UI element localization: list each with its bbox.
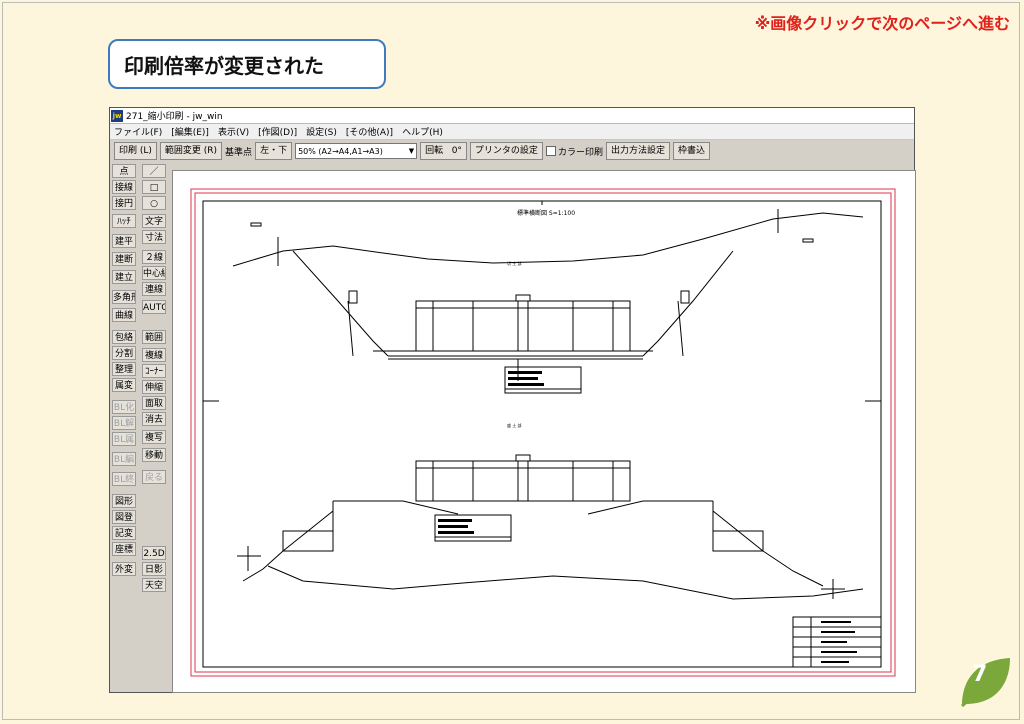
tool-button[interactable]: 座標	[112, 542, 136, 556]
range-change-button[interactable]: 範囲変更 (R)	[159, 142, 223, 160]
frame-write-button[interactable]: 枠書込	[672, 142, 710, 160]
tool-button[interactable]: 接線	[112, 180, 136, 194]
tool-button[interactable]: 日影	[142, 562, 166, 576]
base-point-button[interactable]: 左・下	[255, 142, 293, 160]
output-method-button[interactable]: 出力方法設定	[605, 142, 670, 160]
tool-button[interactable]: 複線	[142, 348, 166, 362]
tool-palette: 点接線接円 ﾊｯﾁ 建平建断建立多角形曲線包絡分割整理属変 BL化 BL解 BL属 BL編 B…	[110, 164, 170, 692]
menu-other[interactable]: [その他(A)]	[346, 125, 393, 138]
menu-draw[interactable]: [作図(D)]	[258, 125, 297, 138]
tool-button[interactable]: ﾊｯﾁ	[112, 214, 136, 228]
print-frame-inner	[194, 192, 892, 673]
tool-button[interactable]: 図形	[112, 494, 136, 508]
tool-button[interactable]: 図登	[112, 510, 136, 524]
color-print-checkbox[interactable]: カラー印刷	[545, 145, 603, 158]
tool-button[interactable]: 分割	[112, 346, 136, 360]
scale-select[interactable]: 50% (A2→A4,A1→A3) ▼	[295, 143, 418, 159]
status-message: 印刷倍率が変更された	[124, 53, 324, 78]
color-print-label: カラー印刷	[557, 147, 603, 158]
tool-button[interactable]: 寸法	[142, 230, 166, 244]
menu-bar: ファイル(F) [編集(E)] 表示(V) [作図(D)] 設定(S) [その他…	[110, 124, 914, 140]
tool-button[interactable]: 点	[112, 164, 136, 178]
tool-button[interactable]: 天空	[142, 578, 166, 592]
printer-settings-button[interactable]: プリンタの設定	[469, 142, 543, 160]
print-toolbar: 印刷 (L) 範囲変更 (R) 基準点 左・下 50% (A2→A4,A1→A3…	[110, 140, 914, 162]
rotate-button[interactable]: 回転 0°	[420, 142, 467, 160]
tool-button[interactable]: BL終	[112, 472, 136, 486]
cad-drawing: 標準横断図 S=1:100 切 土 部 盛 土 部	[190, 188, 896, 677]
jw-window: jw 271_縮小印刷 - jw_win ファイル(F) [編集(E)] 表示(…	[109, 107, 916, 693]
tool-button[interactable]: 外変	[112, 562, 136, 576]
menu-settings[interactable]: 設定(S)	[306, 125, 337, 138]
scale-value: 50% (A2→A4,A1→A3)	[298, 146, 383, 156]
tool-button[interactable]: 建立	[112, 270, 136, 284]
tool-button[interactable]: 伸縮	[142, 380, 166, 394]
title-bar: jw 271_縮小印刷 - jw_win	[110, 108, 914, 124]
print-button[interactable]: 印刷 (L)	[114, 142, 157, 160]
next-page-note[interactable]: ※画像クリックで次のページへ進む	[755, 10, 1010, 34]
drawing-canvas[interactable]: 標準横断図 S=1:100 切 土 部 盛 土 部	[172, 170, 916, 693]
checkbox-box[interactable]	[545, 146, 556, 156]
tool-button[interactable]: 整理	[112, 362, 136, 376]
menu-view[interactable]: 表示(V)	[218, 125, 249, 138]
tool-button[interactable]: 文字	[142, 214, 166, 228]
tool-button[interactable]: 戻る	[142, 470, 166, 484]
tool-button[interactable]: 複写	[142, 430, 166, 444]
tool-button[interactable]: 記変	[112, 526, 136, 540]
fill-section-label: 盛 土 部	[507, 422, 522, 428]
tool-button[interactable]: 多角形	[112, 290, 136, 304]
jw-app-icon: jw	[111, 109, 123, 122]
status-callout: 印刷倍率が変更された	[108, 39, 386, 89]
tool-button[interactable]: AUTO	[142, 300, 166, 314]
tool-button[interactable]: BL化	[112, 400, 136, 414]
tool-button[interactable]: BL解	[112, 416, 136, 430]
tool-button[interactable]: 建平	[112, 234, 136, 248]
tool-button[interactable]: 範囲	[142, 330, 166, 344]
base-point-label: 基準点	[225, 147, 253, 158]
rotate-value: 0°	[451, 146, 462, 156]
drawing-title: 標準横断図 S=1:100	[517, 209, 575, 217]
window-title: 271_縮小印刷 - jw_win	[126, 112, 223, 122]
tool-button[interactable]: 包絡	[112, 330, 136, 344]
tool-button[interactable]: 移動	[142, 448, 166, 462]
tool-button[interactable]: 連線	[142, 282, 166, 296]
tool-button[interactable]: □	[142, 180, 166, 194]
tool-button[interactable]: 中心線	[142, 266, 166, 280]
tool-button[interactable]: 面取	[142, 396, 166, 410]
menu-help[interactable]: ヘルプ(H)	[402, 125, 443, 138]
page-number: 7	[972, 662, 988, 687]
tool-button[interactable]: ／	[142, 164, 166, 178]
tool-button[interactable]: ｺｰﾅｰ	[142, 364, 166, 378]
tool-button[interactable]: 接円	[112, 196, 136, 210]
rotate-label: 回転	[425, 146, 444, 156]
chevron-down-icon: ▼	[408, 147, 415, 155]
tool-button[interactable]: ○	[142, 196, 166, 210]
tool-button[interactable]: 建断	[112, 252, 136, 266]
menu-edit[interactable]: [編集(E)]	[171, 125, 209, 138]
tool-button[interactable]: 消去	[142, 412, 166, 426]
menu-file[interactable]: ファイル(F)	[114, 125, 162, 138]
tool-button[interactable]: 曲線	[112, 308, 136, 322]
tool-button[interactable]: 2.5D	[142, 546, 166, 560]
tool-button[interactable]: ２線	[142, 250, 166, 264]
tool-button[interactable]: BL属	[112, 432, 136, 446]
tool-button[interactable]: BL編	[112, 452, 136, 466]
tool-button[interactable]: 属変	[112, 378, 136, 392]
